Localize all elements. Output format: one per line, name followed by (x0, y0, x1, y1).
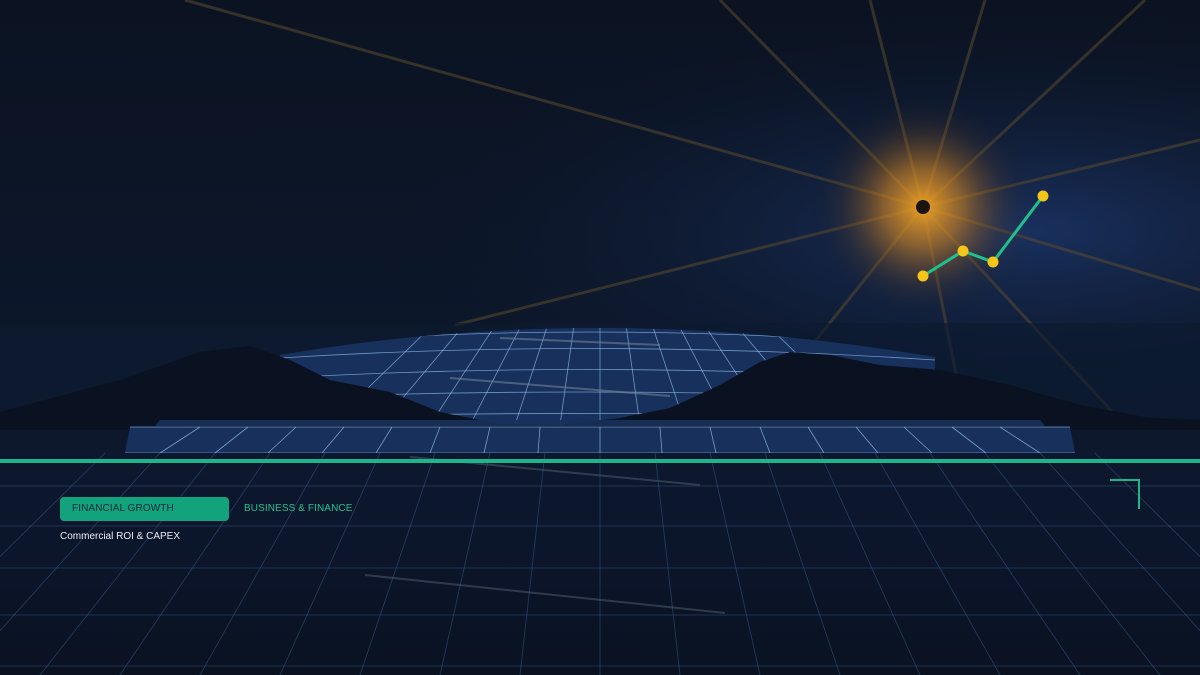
horizon-line (0, 459, 1200, 463)
frame-corner-icon (1110, 479, 1140, 509)
trend-point (1037, 190, 1049, 202)
trend-point (957, 245, 969, 257)
subtitle: Commercial ROI & CAPEX (60, 531, 181, 542)
floor-tiles-near (125, 420, 1075, 454)
trend-point (987, 256, 999, 268)
tag-business-finance: BUSINESS & FINANCE (244, 503, 353, 514)
sun-icon (916, 200, 930, 214)
trend-point (917, 270, 929, 282)
tag-financial-growth: FINANCIAL GROWTH (60, 497, 229, 521)
scene-illustration (0, 0, 1200, 675)
